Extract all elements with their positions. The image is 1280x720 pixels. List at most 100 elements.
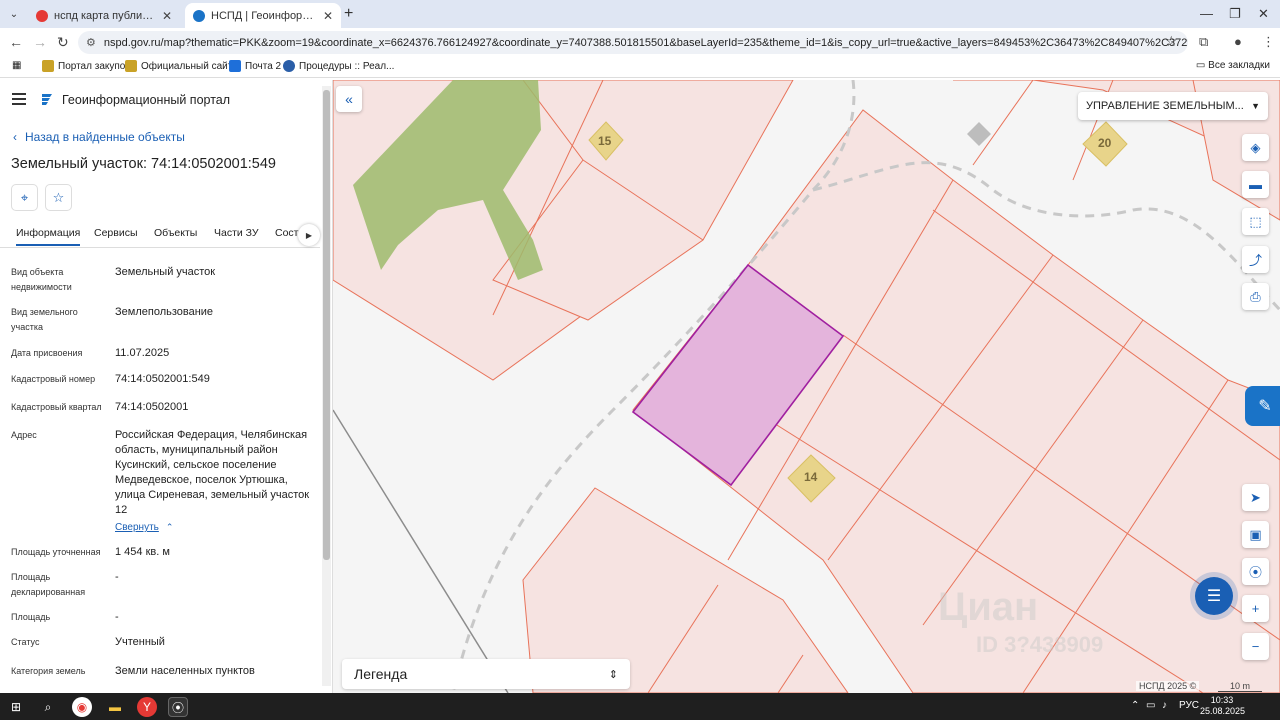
minimap-button[interactable]: ▣ — [1242, 521, 1269, 548]
portal-title: Геоинформационный портал — [62, 93, 231, 107]
all-bookmarks[interactable]: ▭ Все закладки — [1196, 60, 1270, 71]
language-indicator[interactable]: РУС — [1179, 700, 1199, 711]
collapse-link[interactable]: Свернуть ⌃ — [115, 520, 311, 535]
tab-services[interactable]: Сервисы — [94, 227, 138, 239]
share-button[interactable]: ⤴ — [1242, 246, 1269, 273]
menu-icon[interactable]: ⋮ — [1262, 34, 1275, 50]
ruler-button[interactable]: ▬ — [1242, 171, 1269, 198]
layer-select[interactable]: УПРАВЛЕНИЕ ЗЕМЕЛЬНЫМ... ▼ — [1078, 92, 1268, 120]
watermark-id: ID 3?438909 — [976, 632, 1104, 657]
emblem-icon — [42, 60, 54, 72]
tab-title: нспд карта публичная кадастр — [54, 9, 156, 22]
url-input[interactable]: ⚙ nspd.gov.ru/map?thematic=PKK&zoom=19&c… — [78, 31, 1188, 54]
zoom-in-button[interactable]: + — [1242, 595, 1269, 622]
locate-object-icon: ⌖ — [20, 189, 29, 205]
scrollbar-thumb[interactable] — [323, 90, 330, 560]
windows-start-icon[interactable]: ⊞ — [6, 697, 26, 717]
field-label: Кадастровый квартал — [11, 402, 102, 412]
yandex-browser-icon[interactable]: Y — [137, 697, 157, 717]
nspd-favicon-icon — [193, 9, 205, 22]
site-info-icon[interactable]: ⚙ — [86, 36, 96, 49]
nspd-app-icon[interactable]: ⦿ — [168, 697, 188, 717]
house-number: 20 — [1098, 136, 1112, 150]
collapse-label: Свернуть — [115, 522, 159, 533]
legend-panel[interactable]: Легенда ⇕ — [342, 659, 630, 689]
restore-icon[interactable]: ❐ — [1229, 6, 1241, 22]
geolocation-button[interactable]: ➤ — [1242, 484, 1269, 511]
layer-select-value: УПРАВЛЕНИЕ ЗЕМЕЛЬНЫМ... — [1086, 100, 1244, 112]
collapse-panel-button[interactable]: « — [336, 86, 362, 112]
address-value: Российская Федерация, Челябинская област… — [115, 428, 311, 535]
field-value: 74:14:0502001 — [115, 401, 189, 413]
house-number: 15 — [598, 134, 612, 148]
map-copyright: НСПД 2025 © — [1136, 681, 1200, 691]
layers-icon: ◈ — [1250, 139, 1261, 155]
tab-parts[interactable]: Части ЗУ — [214, 227, 259, 239]
bookmark-item[interactable]: Процедуры :: Реал... — [283, 60, 394, 72]
zoom-to-object-button[interactable]: ⌖ — [11, 184, 38, 211]
bookmark-label: Почта 2 — [245, 60, 282, 72]
browser-tab[interactable]: нспд карта публичная кадастр ✕ — [28, 3, 180, 28]
reload-icon[interactable]: ↻ — [57, 34, 69, 51]
bookmark-item[interactable]: Официальный сайт... — [125, 60, 240, 72]
chat-button[interactable]: ☰ — [1195, 577, 1233, 615]
volume-icon[interactable]: ♪ — [1162, 700, 1167, 711]
plus-icon: + — [1251, 601, 1260, 616]
field-value: Учтенный — [115, 636, 165, 648]
bookmark-item[interactable]: Почта 2 — [229, 60, 281, 72]
back-icon[interactable]: ← — [9, 34, 23, 50]
expand-icon: ⇕ — [608, 668, 618, 681]
double-chevron-left-icon: « — [345, 91, 353, 107]
tab-search-icon[interactable]: ⌄ — [6, 6, 22, 22]
forward-icon[interactable]: → — [33, 34, 47, 50]
yandex-favicon-icon — [36, 9, 48, 22]
new-tab-icon[interactable]: + — [344, 5, 353, 23]
sidebar-scrollbar[interactable] — [322, 86, 331, 686]
network-icon[interactable]: ▭ — [1146, 700, 1155, 711]
tray-chevron-icon[interactable]: ⌃ — [1131, 700, 1139, 711]
browser-tab-bar: ⌄ нспд карта публичная кадастр ✕ НСПД | … — [0, 0, 1280, 28]
bookmark-item[interactable]: Портал закупок — [42, 60, 130, 72]
field-label: Площадь декларированная — [11, 572, 86, 597]
search-icon[interactable]: ⌕ — [38, 697, 58, 717]
browser-tab-active[interactable]: НСПД | Геоинформационный п ✕ — [185, 3, 341, 28]
bookmark-star-icon[interactable]: ☆ — [1165, 33, 1178, 50]
star-icon: ☆ — [52, 189, 65, 205]
area-select-icon: ⬚ — [1249, 213, 1262, 229]
field-value: Землепользование — [115, 306, 214, 318]
field-value: - — [115, 571, 119, 583]
layers-button[interactable]: ◈ — [1242, 134, 1269, 161]
dropdown-arrow-icon: ▼ — [1251, 101, 1260, 111]
area-select-button[interactable]: ⬚ — [1242, 208, 1269, 235]
back-to-results-link[interactable]: ‹ Назад в найденные объекты — [13, 130, 185, 144]
field-value: 74:14:0502001:549 — [115, 373, 210, 385]
field-label: Адрес — [11, 430, 37, 440]
map-canvas[interactable]: 15 20 14 Циан ID 3?438909 « УПРАВЛЕНИЕ З… — [333, 80, 1280, 693]
profile-icon[interactable]: ● — [1234, 34, 1242, 49]
field-value: Земли населенных пунктов — [115, 665, 255, 677]
chrome-icon[interactable]: ◉ — [72, 697, 92, 717]
clock-time: 10:33 — [1210, 695, 1234, 705]
tab-objects[interactable]: Объекты — [154, 227, 197, 239]
zoom-out-button[interactable]: − — [1242, 633, 1269, 660]
extensions-icon[interactable]: ⧉ — [1199, 34, 1208, 50]
locate-point-button[interactable]: ⦿ — [1242, 558, 1269, 585]
file-explorer-icon[interactable]: ▬ — [105, 697, 125, 717]
clock[interactable]: 10:33 25.08.2025 — [1200, 695, 1245, 717]
minimap-icon: ▣ — [1249, 526, 1262, 542]
close-tab-icon[interactable]: ✕ — [323, 9, 333, 23]
info-tabs: Информация Сервисы Объекты Части ЗУ Сост… — [0, 222, 320, 248]
minimize-icon[interactable]: — — [1200, 6, 1213, 21]
close-tab-icon[interactable]: ✕ — [162, 9, 172, 23]
close-window-icon[interactable]: ✕ — [1258, 6, 1269, 22]
side-service-badge[interactable]: ✎ — [1245, 386, 1280, 426]
apps-grid-icon[interactable]: ▦ — [12, 60, 21, 71]
favorite-button[interactable]: ☆ — [45, 184, 72, 211]
print-button[interactable]: ⎙ — [1242, 283, 1269, 310]
globe-icon — [283, 60, 295, 72]
address-bar: ← → ↻ ⚙ nspd.gov.ru/map?thematic=PKK&zoo… — [0, 28, 1280, 56]
hamburger-menu-icon[interactable] — [12, 93, 26, 105]
tabs-scroll-right-icon[interactable]: ▶ — [298, 224, 320, 246]
tab-information[interactable]: Информация — [16, 227, 81, 246]
field-label: Кадастровый номер — [11, 374, 96, 384]
